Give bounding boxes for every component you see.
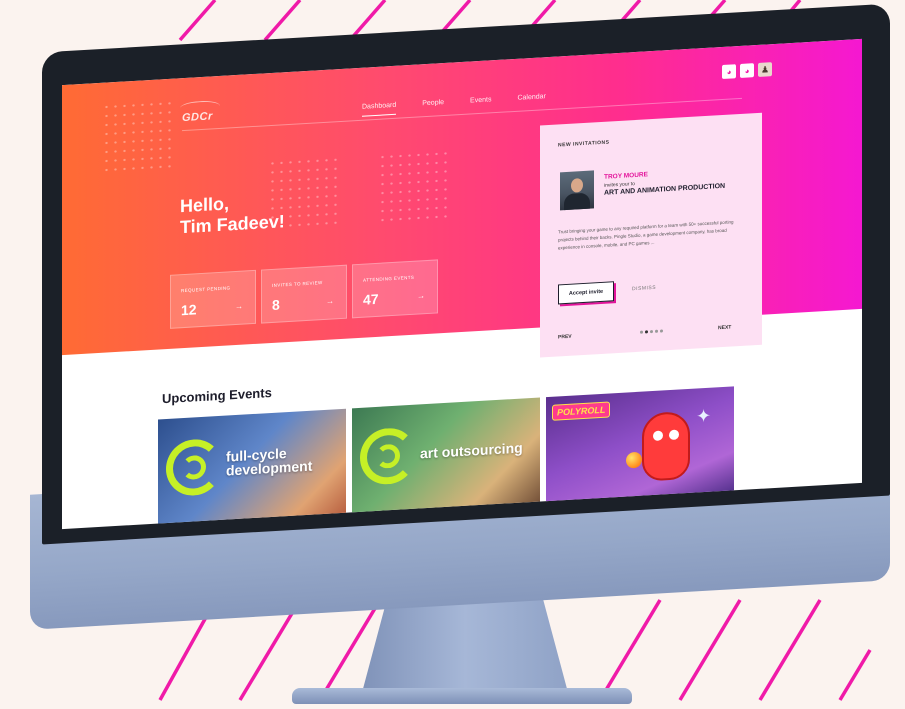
stats-row: REQUEST PENDING 12 → INVITES TO REVIEW 8…: [170, 259, 438, 329]
stat-value: 8: [272, 296, 280, 313]
invitation-section-title: NEW INVITATIONS: [558, 139, 610, 149]
event-label: art outsourcing: [420, 439, 523, 462]
mascot-eye: [669, 429, 679, 441]
ball-icon: [626, 451, 642, 469]
avatar-shirt: [564, 192, 590, 211]
nav-events[interactable]: Events: [470, 96, 491, 110]
monitor-screen: GDCr Dashboard People Events Calendar ◕ …: [62, 38, 862, 530]
event-label: full-cycle development: [226, 445, 313, 479]
nav-people[interactable]: People: [422, 99, 444, 113]
inviter-avatar[interactable]: [560, 170, 594, 211]
event-card-polyroll[interactable]: POLYROLL ✦: [546, 386, 734, 508]
monitor-stand-base: [292, 688, 632, 704]
top-right-icons: ◕ ◕ ♟: [722, 62, 772, 80]
pager-dots: [640, 329, 663, 334]
dot-pattern: [102, 98, 174, 175]
dismiss-button[interactable]: DISMISS: [632, 285, 656, 292]
stat-label: REQUEST PENDING: [181, 285, 231, 294]
event-card-art-outsourcing[interactable]: art outsourcing: [352, 397, 540, 519]
nav-dashboard[interactable]: Dashboard: [362, 101, 397, 117]
stat-card-requests[interactable]: REQUEST PENDING 12 →: [170, 269, 256, 329]
chameleon-icon[interactable]: ◕: [722, 64, 736, 80]
upcoming-events-title: Upcoming Events: [162, 384, 272, 407]
chameleon-icon[interactable]: ◕: [740, 63, 754, 78]
accept-invite-button[interactable]: Accept invite: [558, 281, 614, 305]
prev-button[interactable]: PREV: [558, 334, 572, 341]
mascot-character: [642, 410, 690, 482]
invite-description: Trust bringing your game to any required…: [558, 219, 734, 251]
main-nav: Dashboard People Events Calendar: [362, 93, 546, 117]
stat-label: INVITES TO REVIEW: [272, 280, 323, 288]
avatar-face: [571, 178, 583, 193]
dot-pattern: [378, 148, 450, 225]
invitation-card: NEW INVITATIONS TROY MOURE invites your …: [540, 112, 762, 358]
event-label-line: art outsourcing: [420, 439, 523, 462]
stat-value: 47: [363, 290, 379, 308]
pager-dot[interactable]: [655, 329, 658, 333]
pager-dot[interactable]: [645, 330, 648, 334]
next-button[interactable]: NEXT: [718, 324, 731, 331]
event-label-line: development: [226, 457, 313, 479]
stat-label: ATTENDING EVENTS: [363, 274, 415, 283]
pager-dot[interactable]: [660, 329, 663, 333]
inviter-name[interactable]: TROY MOURE: [604, 171, 648, 181]
logo[interactable]: GDCr: [182, 110, 213, 124]
nav-calendar[interactable]: Calendar: [517, 93, 545, 108]
wing-icon: ✦: [696, 405, 712, 427]
arrow-right-icon: →: [235, 301, 243, 312]
polyroll-logo: POLYROLL: [552, 401, 611, 421]
arrow-right-icon: →: [326, 296, 334, 306]
stat-card-invites[interactable]: INVITES TO REVIEW 8 →: [261, 264, 347, 324]
stat-value: 12: [181, 301, 197, 319]
pager-dot[interactable]: [650, 329, 653, 334]
greeting: Hello, Tim Fadeev!: [180, 190, 285, 238]
stat-card-events[interactable]: ATTENDING EVENTS 47 →: [352, 259, 438, 319]
arrow-right-icon: →: [417, 291, 425, 301]
mascot-eye: [653, 430, 663, 441]
pager-dot[interactable]: [640, 330, 643, 334]
event-card-full-cycle[interactable]: full-cycle development: [158, 408, 346, 530]
user-avatar[interactable]: ♟: [758, 62, 772, 77]
